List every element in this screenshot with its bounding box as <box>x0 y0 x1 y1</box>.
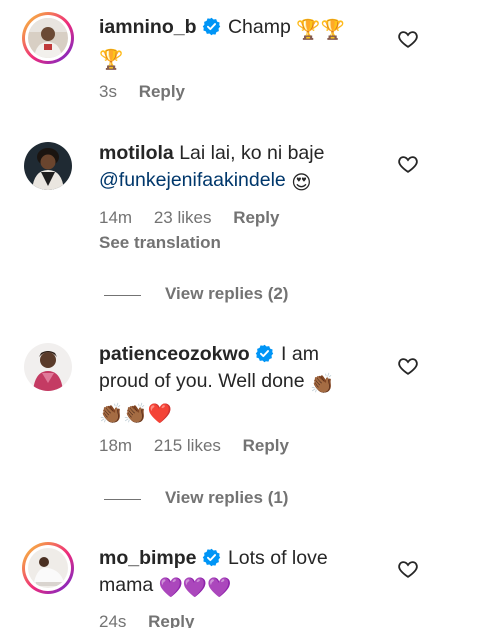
avatar-image <box>28 18 68 58</box>
like-count[interactable]: 23 likes <box>154 208 212 227</box>
comment-body: patienceozokwo I am proud of you. Well d… <box>99 341 399 428</box>
reply-button[interactable]: Reply <box>148 612 194 628</box>
reply-button[interactable]: Reply <box>233 208 279 227</box>
timestamp: 14m <box>99 208 133 227</box>
comment-text: Champ <box>227 16 291 38</box>
user-photo-icon <box>28 18 68 58</box>
comment-body: iamnino_b Champ 🏆🏆 🏆 <box>99 14 399 74</box>
comment-text: Lai lai, ko ni baje <box>179 142 325 164</box>
purple-heart-emoji-icon: 💜💜💜 <box>158 577 232 599</box>
username[interactable]: mo_bimpe <box>99 547 197 569</box>
reply-button[interactable]: Reply <box>243 436 289 455</box>
avatar[interactable] <box>22 542 74 594</box>
like-heart-icon[interactable] <box>397 558 419 580</box>
clapping-emoji-icon: 👏🏾 <box>310 373 335 395</box>
username[interactable]: iamnino_b <box>99 16 197 38</box>
like-heart-icon[interactable] <box>397 355 419 377</box>
avatar[interactable] <box>22 12 74 64</box>
like-heart-icon[interactable] <box>397 153 419 175</box>
user-photo-icon <box>24 142 72 190</box>
avatar[interactable] <box>22 341 74 393</box>
like-count[interactable]: 215 likes <box>154 436 221 455</box>
comment-meta: 18m 215 likes Reply <box>99 436 306 456</box>
user-photo-icon <box>24 343 72 391</box>
divider <box>104 499 141 500</box>
avatar-image <box>24 142 72 190</box>
comment-meta: 14m 23 likes Reply <box>99 208 296 228</box>
divider <box>104 295 141 296</box>
mention-link[interactable]: @funkejenifaakindele <box>99 169 286 191</box>
trophy-emoji-icon: 🏆 <box>99 49 124 71</box>
comment-text: Lots of love <box>227 547 328 569</box>
comment-meta: 3s Reply <box>99 82 202 102</box>
comment-text: I am <box>281 343 319 365</box>
username[interactable]: motilola <box>99 142 174 164</box>
timestamp: 3s <box>99 82 117 101</box>
username[interactable]: patienceozokwo <box>99 343 250 365</box>
verified-badge-icon <box>255 344 273 363</box>
timestamp: 24s <box>99 612 127 628</box>
verified-badge-icon <box>202 548 220 567</box>
avatar-image <box>28 548 68 588</box>
view-replies-label[interactable]: View replies (2) <box>165 284 288 304</box>
user-photo-icon <box>28 548 68 588</box>
avatar[interactable] <box>22 140 74 192</box>
comment-body: motilola Lai lai, ko ni baje @funkejenif… <box>99 140 399 197</box>
avatar-image <box>24 343 72 391</box>
comment-text: proud of you. Well done <box>99 370 305 392</box>
heart-eyes-emoji-icon: 😍 <box>291 172 312 194</box>
clapping-heart-emoji-icon: 👏🏾👏🏾❤️ <box>99 403 172 425</box>
comment-text: mama <box>99 574 154 596</box>
comment-meta: 24s Reply <box>99 612 211 628</box>
verified-badge-icon <box>202 17 220 36</box>
reply-button[interactable]: Reply <box>139 82 185 101</box>
like-heart-icon[interactable] <box>397 28 419 50</box>
view-replies-label[interactable]: View replies (1) <box>165 488 288 508</box>
timestamp: 18m <box>99 436 133 455</box>
comment-body: mo_bimpe Lots of love mama 💜💜💜 <box>99 545 399 602</box>
see-translation-link[interactable]: See translation <box>99 233 221 253</box>
trophy-emoji-icon: 🏆🏆 <box>296 19 345 41</box>
